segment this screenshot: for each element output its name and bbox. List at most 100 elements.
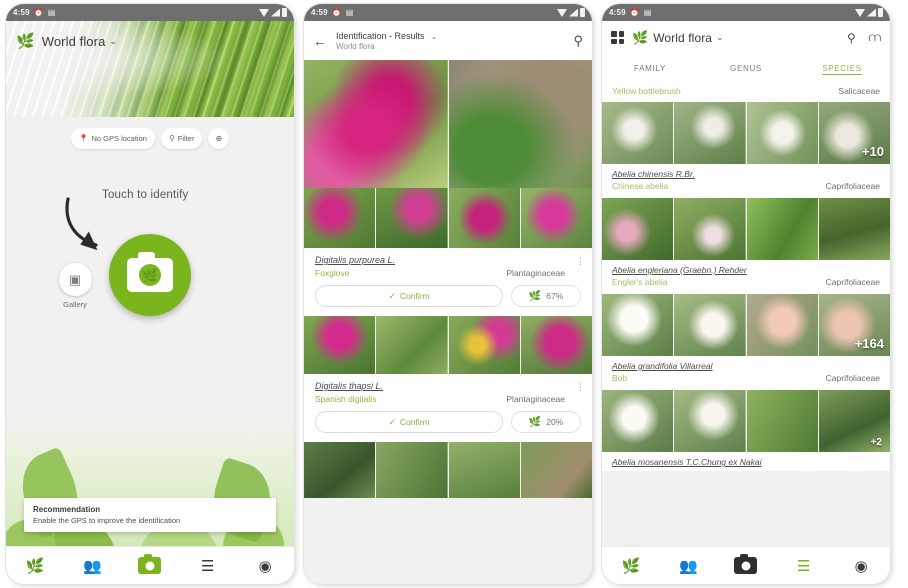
grid-view-icon[interactable] xyxy=(611,31,624,44)
species-common-name: Chinese abelia xyxy=(612,181,669,191)
camera-icon xyxy=(734,554,758,574)
thumb[interactable] xyxy=(818,198,890,260)
species-list-item[interactable]: Abelia engleriana (Graebn.) Rehder Engle… xyxy=(602,260,890,294)
thumb[interactable] xyxy=(520,442,592,498)
confirm-button[interactable]: ✓ Confirm xyxy=(315,285,503,307)
thumb[interactable] xyxy=(448,188,520,248)
search-icon[interactable]: ⚲ xyxy=(847,31,856,45)
nav-list[interactable]: ☰ xyxy=(179,557,237,575)
alarm-icon: ⏰ xyxy=(33,8,44,17)
overflow-menu-icon[interactable]: ⋮ xyxy=(576,256,585,267)
thumb[interactable] xyxy=(448,316,520,374)
app-title: World flora xyxy=(41,33,106,49)
thumb[interactable] xyxy=(304,188,376,248)
nav-camera[interactable] xyxy=(717,554,775,574)
result-card[interactable]: ⋮ Digitalis thapsi L. Spanish digitalis … xyxy=(304,374,592,442)
confidence-score: 🌿 67% xyxy=(511,285,581,307)
species-family: Caprifoliaceae xyxy=(825,373,880,383)
header-common-name: Yellow bottlebrush xyxy=(612,86,681,96)
thumb[interactable] xyxy=(520,188,592,248)
check-icon: ✓ xyxy=(388,416,396,427)
species-scientific-name[interactable]: Abelia mosanensis T.C.Chung ex Nakai xyxy=(612,457,880,467)
thumb[interactable] xyxy=(602,102,674,164)
thumb[interactable] xyxy=(746,390,818,452)
thumb[interactable] xyxy=(746,294,818,356)
chevron-down-icon[interactable]: ⌄ xyxy=(431,34,437,41)
species-list-item[interactable]: Abelia grandifolia Villarreal Bob Caprif… xyxy=(602,356,890,390)
tab-species[interactable]: SPECIES xyxy=(794,64,890,73)
tab-family[interactable]: FAMILY xyxy=(602,64,698,73)
thumb[interactable] xyxy=(746,102,818,164)
gallery-icon[interactable]: ▣ xyxy=(58,263,92,296)
chip-filter[interactable]: ⚲ Filter xyxy=(160,127,203,149)
thumb[interactable] xyxy=(520,316,592,374)
thumb[interactable] xyxy=(674,390,746,452)
species-thumb-row: +164 xyxy=(602,294,890,356)
nav-camera[interactable] xyxy=(121,554,179,574)
species-list-scroll[interactable]: Yellow bottlebrush Salicaceae +10 Abelia… xyxy=(602,82,890,546)
status-bar: 4:59 ⏰ ▤ xyxy=(6,4,294,21)
thumb[interactable] xyxy=(448,442,520,498)
gallery-control[interactable]: ▣ Gallery xyxy=(48,263,102,309)
species-scientific-name[interactable]: Abelia engleriana (Graebn.) Rehder xyxy=(612,265,880,275)
nav-flora[interactable]: 🌿 xyxy=(602,557,660,575)
location-pin-icon: 📍 xyxy=(78,133,89,143)
species-list-item[interactable]: Abelia mosanensis T.C.Chung ex Nakai xyxy=(602,452,890,471)
thumb[interactable] xyxy=(304,316,376,374)
thumb[interactable] xyxy=(376,442,448,498)
result-card[interactable]: ⋮ Digitalis purpurea L. Foxglove Plantag… xyxy=(304,248,592,316)
camera-shutter-button[interactable]: 🌿 xyxy=(109,234,191,316)
results-scroll-area[interactable]: ⋮ Digitalis purpurea L. Foxglove Plantag… xyxy=(304,60,592,584)
nav-profile[interactable]: ◉ xyxy=(832,557,890,575)
back-arrow-icon[interactable]: ← xyxy=(313,33,327,49)
thumb[interactable] xyxy=(674,198,746,260)
filter-icon[interactable]: ⚲ xyxy=(573,33,583,49)
thumb[interactable] xyxy=(304,442,376,498)
tab-genus[interactable]: GENUS xyxy=(698,64,794,73)
nav-community[interactable]: 👥 xyxy=(660,557,718,575)
battery-icon xyxy=(580,8,585,17)
thumb[interactable] xyxy=(376,316,448,374)
thumb[interactable] xyxy=(746,198,818,260)
wifi-icon xyxy=(259,8,269,17)
thumb[interactable] xyxy=(602,390,674,452)
chip-no-gps[interactable]: 📍 No GPS location xyxy=(70,127,155,149)
results-app-bar: ← Identification - Results ⌄ World flora… xyxy=(304,21,592,60)
species-scientific-name[interactable]: Abelia grandifolia Villarreal xyxy=(612,361,880,371)
battery-icon xyxy=(878,8,883,17)
species-scientific-name[interactable]: Abelia chinensis R.Br. xyxy=(612,169,880,179)
status-bar-time: 4:59 xyxy=(13,8,30,17)
thumb[interactable] xyxy=(674,102,746,164)
species-common-name: Engler's abelia xyxy=(612,277,668,287)
chevron-down-icon[interactable]: ⌄ xyxy=(109,36,117,47)
recommendation-toast[interactable]: Recommendation Enable the GPS to improve… xyxy=(24,498,276,532)
species-scientific-name[interactable]: Digitalis purpurea L. xyxy=(315,255,581,265)
confirm-button[interactable]: ✓ Confirm xyxy=(315,411,503,433)
thumb[interactable] xyxy=(602,198,674,260)
species-family: Caprifoliaceae xyxy=(825,277,880,287)
thumb[interactable] xyxy=(376,188,448,248)
chip-globe[interactable]: ⊕ xyxy=(208,127,230,149)
gallery-label: Gallery xyxy=(63,300,87,309)
touch-to-identify-label: Touch to identify xyxy=(102,189,189,201)
thumb[interactable] xyxy=(602,294,674,356)
chevron-down-icon[interactable]: ⌄ xyxy=(716,32,724,43)
overflow-menu-icon[interactable]: ⋮ xyxy=(576,382,585,393)
species-family: Plantaginaceae xyxy=(506,268,565,278)
query-photo-leaf[interactable] xyxy=(448,60,592,188)
species-list-item[interactable]: Abelia chinensis R.Br. Chinese abelia Ca… xyxy=(602,164,890,198)
chip-no-gps-label: No GPS location xyxy=(91,133,147,143)
thumb[interactable] xyxy=(674,294,746,356)
nav-flora[interactable]: 🌿 xyxy=(6,557,64,575)
nav-community[interactable]: 👥 xyxy=(64,557,122,575)
species-thumb-row xyxy=(304,316,592,374)
filter-icon[interactable]: ⩋ xyxy=(869,30,881,45)
chip-filter-label: Filter xyxy=(177,133,195,143)
toast-title: Recommendation xyxy=(33,505,101,514)
query-photo-flower[interactable] xyxy=(304,60,448,188)
cast-icon: ▤ xyxy=(643,8,652,17)
nav-profile[interactable]: ◉ xyxy=(236,557,294,575)
nav-list[interactable]: ☰ xyxy=(775,557,833,575)
alarm-icon: ⏰ xyxy=(331,8,342,17)
species-scientific-name[interactable]: Digitalis thapsi L. xyxy=(315,381,581,391)
